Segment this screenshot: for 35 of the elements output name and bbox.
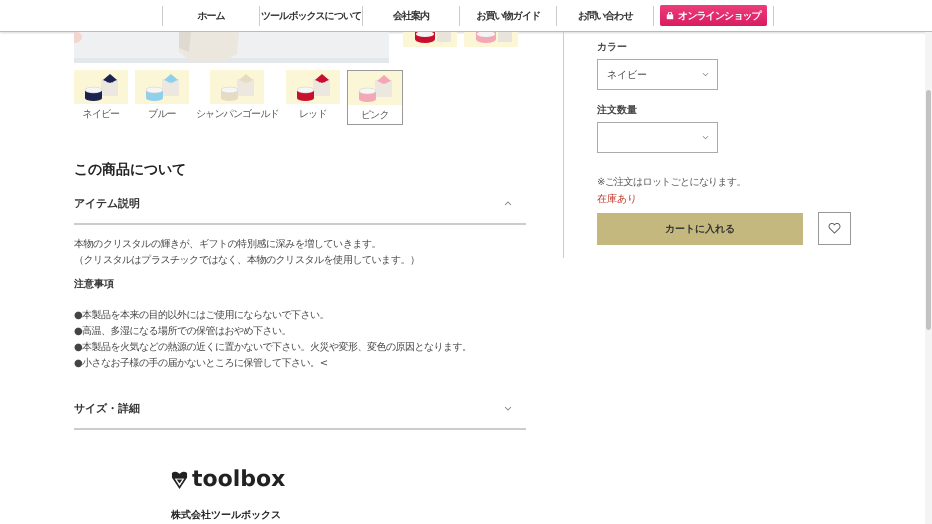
description-text: （クリスタルはプラスチックではなく、本物のクリスタルを使用しています。） (74, 254, 421, 268)
caution-item: ●高温、多湿になる場所での保管はおやめ下さい。 (74, 324, 292, 339)
logo-icon (171, 470, 188, 490)
company-name: 株式会社ツールボックス (171, 508, 282, 522)
caution-item: ●本製品を火気などの熱源の近くに置かないで下さい。火災や変形、変色の原因となります。 (74, 340, 473, 355)
scrollbar[interactable] (925, 32, 932, 524)
bag-icon (666, 12, 674, 20)
add-to-cart-button[interactable]: カートに入れる (597, 212, 803, 244)
field-label: カラー (597, 41, 628, 54)
favorite-button[interactable] (818, 212, 851, 245)
nav-link[interactable]: ツールボックスについて (260, 8, 362, 22)
logo-text: toolbox (192, 468, 286, 492)
caution-item: ●小さなお子様の手の届かないところに保管して下さい。< (74, 356, 329, 371)
notes-heading: 注意事項 (74, 277, 115, 291)
description-text: 本物のクリスタルの輝きが、ギフトの特別感に深みを増していきます。 (74, 238, 382, 252)
selected-swatch[interactable]: ピンク (346, 70, 403, 125)
accordion-header[interactable]: サイズ・詳細 (74, 388, 526, 430)
nav-link[interactable]: お買い物ガイド (460, 8, 556, 22)
caution-item: ●本製品を本来の目的以外にはご使用にならないで下さい。 (74, 308, 330, 323)
shop-button[interactable]: オンラインショップ (660, 5, 767, 26)
chevron-down-icon (504, 406, 512, 410)
color-select[interactable]: ネイビー (597, 59, 718, 90)
section-title: この商品について (74, 161, 187, 179)
chevron-down-icon (702, 72, 709, 77)
chevron-down-icon (702, 135, 709, 140)
accordion-header[interactable]: アイテム説明 (74, 183, 526, 225)
quantity-select[interactable] (597, 122, 718, 153)
field-label: 注文数量 (597, 103, 638, 117)
heart-icon (828, 223, 841, 234)
nav-link[interactable]: 会社案内 (363, 8, 460, 22)
nav-link[interactable]: ホーム (163, 8, 260, 22)
order-note: ※ご注文はロットごとになります。 (597, 176, 747, 189)
stock-status: 在庫あり (597, 192, 638, 206)
chevron-up-icon (504, 200, 512, 206)
nav-link[interactable]: お問い合わせ (557, 8, 654, 22)
